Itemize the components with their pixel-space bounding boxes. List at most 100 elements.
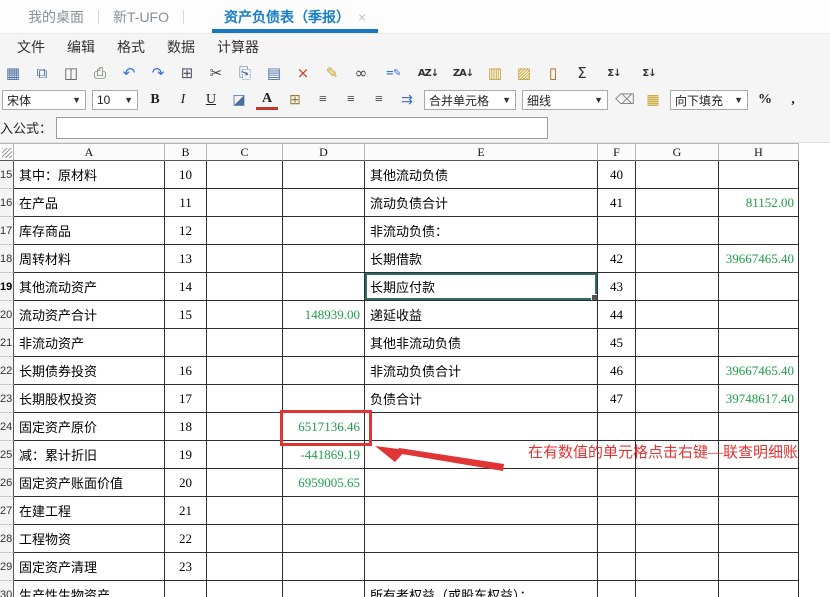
cell-D20[interactable]: 148939.00 bbox=[283, 301, 365, 329]
menu-data[interactable]: 数据 bbox=[156, 37, 206, 57]
cell-H15[interactable] bbox=[719, 161, 799, 189]
cell-B27[interactable]: 21 bbox=[165, 497, 207, 525]
notebook-icon[interactable]: ▯ bbox=[544, 63, 562, 83]
cell-F23[interactable]: 47 bbox=[598, 385, 636, 413]
cell-D28[interactable] bbox=[283, 525, 365, 553]
cell-D22[interactable] bbox=[283, 357, 365, 385]
cell-C24[interactable] bbox=[207, 413, 283, 441]
cell-A20[interactable]: 流动资产合计 bbox=[14, 301, 165, 329]
cell-F19[interactable]: 43 bbox=[598, 273, 636, 301]
row-header-28[interactable]: 28 bbox=[0, 525, 14, 553]
cell-D24[interactable]: 6517136.46 bbox=[283, 413, 365, 441]
cell-D18[interactable] bbox=[283, 245, 365, 273]
cell-E18[interactable]: 长期借款 bbox=[365, 245, 598, 273]
cell-D29[interactable] bbox=[283, 553, 365, 581]
cell-B30[interactable] bbox=[165, 581, 207, 597]
cell-H30[interactable] bbox=[719, 581, 799, 597]
cell-A25[interactable]: 减：累计折旧 bbox=[14, 441, 165, 469]
cell-E17[interactable]: 非流动负债： bbox=[365, 217, 598, 245]
cell-F16[interactable]: 41 bbox=[598, 189, 636, 217]
sum-total-icon[interactable]: Σ↓ bbox=[637, 63, 661, 83]
italic-button[interactable]: I bbox=[172, 90, 194, 110]
cell-C18[interactable] bbox=[207, 245, 283, 273]
cell-G19[interactable] bbox=[636, 273, 719, 301]
cell-G22[interactable] bbox=[636, 357, 719, 385]
cell-E15[interactable]: 其他流动负债 bbox=[365, 161, 598, 189]
cell-A29[interactable]: 固定资产清理 bbox=[14, 553, 165, 581]
row-header-23[interactable]: 23 bbox=[0, 385, 14, 413]
cell-D19[interactable] bbox=[283, 273, 365, 301]
cell-E22[interactable]: 非流动负债合计 bbox=[365, 357, 598, 385]
menu-calculator[interactable]: 计算器 bbox=[206, 37, 270, 57]
cell-F15[interactable]: 40 bbox=[598, 161, 636, 189]
fill-color-icon[interactable]: ◪ bbox=[228, 90, 250, 110]
cell-G27[interactable] bbox=[636, 497, 719, 525]
cell-B19[interactable]: 14 bbox=[165, 273, 207, 301]
cell-H19[interactable] bbox=[719, 273, 799, 301]
cell-H20[interactable] bbox=[719, 301, 799, 329]
redo-icon[interactable]: ↷ bbox=[149, 63, 167, 83]
cell-E19[interactable]: 长期应付款 bbox=[365, 273, 598, 301]
cell-E21[interactable]: 其他非流动负债 bbox=[365, 329, 598, 357]
percent-format-button[interactable]: % bbox=[754, 90, 776, 110]
cell-A24[interactable]: 固定资产原价 bbox=[14, 413, 165, 441]
column-header-E[interactable]: E bbox=[365, 143, 598, 161]
cell-H26[interactable] bbox=[719, 469, 799, 497]
cell-F17[interactable] bbox=[598, 217, 636, 245]
row-header-24[interactable]: 24 bbox=[0, 413, 14, 441]
paste-icon[interactable]: ▤ bbox=[265, 63, 283, 83]
cell-F24[interactable] bbox=[598, 413, 636, 441]
cell-D30[interactable] bbox=[283, 581, 365, 597]
cell-C30[interactable] bbox=[207, 581, 283, 597]
cell-H28[interactable] bbox=[719, 525, 799, 553]
cell-E16[interactable]: 流动负债合计 bbox=[365, 189, 598, 217]
cell-C15[interactable] bbox=[207, 161, 283, 189]
cell-F30[interactable] bbox=[598, 581, 636, 597]
underline-button[interactable]: U bbox=[200, 90, 222, 110]
paste-values-icon[interactable]: ▥ bbox=[486, 63, 504, 83]
row-header-16[interactable]: 16 bbox=[0, 189, 14, 217]
paste-format-icon[interactable]: ▨ bbox=[515, 63, 533, 83]
align-center-icon[interactable]: ≡ bbox=[340, 90, 362, 110]
cell-H21[interactable] bbox=[719, 329, 799, 357]
borders-icon[interactable]: ⊞ bbox=[284, 90, 306, 110]
column-header-C[interactable]: C bbox=[207, 143, 283, 161]
delete-icon[interactable]: × bbox=[294, 63, 312, 83]
cell-A19[interactable]: 其他流动资产 bbox=[14, 273, 165, 301]
cell-A15[interactable]: 其中：原材料 bbox=[14, 161, 165, 189]
menu-format[interactable]: 格式 bbox=[106, 37, 156, 57]
cell-A18[interactable]: 周转材料 bbox=[14, 245, 165, 273]
eraser-icon[interactable]: ⌫ bbox=[614, 90, 636, 110]
cell-B26[interactable]: 20 bbox=[165, 469, 207, 497]
sort-descending-icon[interactable]: ZA↓ bbox=[451, 63, 475, 83]
cell-E28[interactable] bbox=[365, 525, 598, 553]
cell-F20[interactable]: 44 bbox=[598, 301, 636, 329]
cell-F29[interactable] bbox=[598, 553, 636, 581]
comma-format-button[interactable]: , bbox=[782, 90, 804, 110]
cell-B23[interactable]: 17 bbox=[165, 385, 207, 413]
cell-D26[interactable]: 6959005.65 bbox=[283, 469, 365, 497]
print-preview-icon[interactable]: ◫ bbox=[62, 63, 80, 83]
cell-E24[interactable] bbox=[365, 413, 598, 441]
find-icon[interactable]: ∞ bbox=[352, 63, 370, 83]
tab-new-tufo[interactable]: 新T-UFO bbox=[99, 0, 183, 33]
align-right-icon[interactable]: ≡ bbox=[368, 90, 390, 110]
row-header-26[interactable]: 26 bbox=[0, 469, 14, 497]
cell-E29[interactable] bbox=[365, 553, 598, 581]
menu-edit[interactable]: 编辑 bbox=[56, 37, 106, 57]
column-header-H[interactable]: H bbox=[719, 143, 799, 161]
cell-A23[interactable]: 长期股权投资 bbox=[14, 385, 165, 413]
cell-B21[interactable] bbox=[165, 329, 207, 357]
row-header-22[interactable]: 22 bbox=[0, 357, 14, 385]
cell-E27[interactable] bbox=[365, 497, 598, 525]
line-style-select[interactable]: 细线 ▼ bbox=[522, 90, 608, 110]
print-icon[interactable]: ⎙ bbox=[91, 63, 109, 83]
cell-A21[interactable]: 非流动资产 bbox=[14, 329, 165, 357]
row-header-30[interactable]: 30 bbox=[0, 581, 14, 597]
cell-C19[interactable] bbox=[207, 273, 283, 301]
cell-G26[interactable] bbox=[636, 469, 719, 497]
cell-G16[interactable] bbox=[636, 189, 719, 217]
save-icon[interactable]: ▦ bbox=[4, 63, 22, 83]
cell-D17[interactable] bbox=[283, 217, 365, 245]
cell-C28[interactable] bbox=[207, 525, 283, 553]
